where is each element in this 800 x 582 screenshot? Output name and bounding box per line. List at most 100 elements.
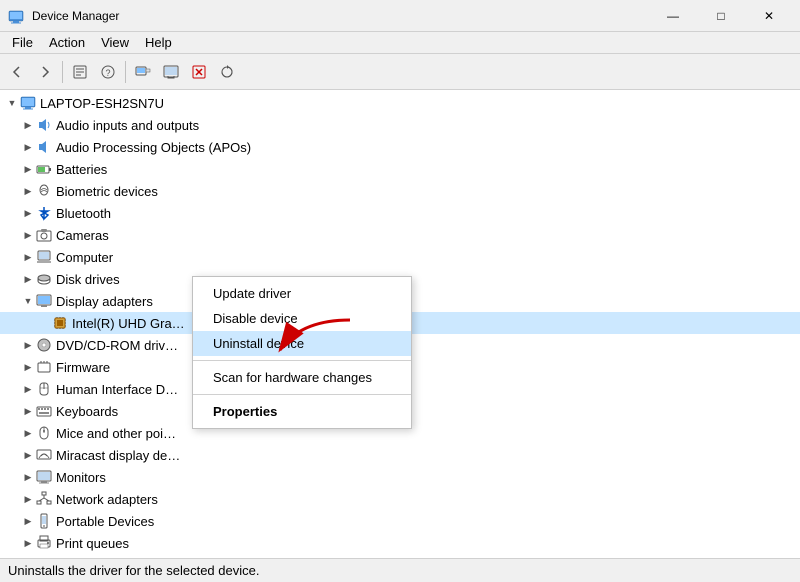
miracast-label: Miracast display de…: [56, 448, 180, 463]
expand-miracast[interactable]: ▶: [20, 447, 36, 463]
status-text: Uninstalls the driver for the selected d…: [8, 563, 259, 578]
title-bar-left: Device Manager: [8, 8, 119, 24]
list-item[interactable]: ▶ Cameras: [0, 224, 800, 246]
toolbar-refresh[interactable]: [214, 59, 240, 85]
batteries-label: Batteries: [56, 162, 107, 177]
expand-monitors[interactable]: ▶: [20, 469, 36, 485]
miracast-icon: [36, 447, 52, 463]
maximize-button[interactable]: □: [698, 0, 744, 32]
list-item[interactable]: ▶ Audio Processing Objects (APOs): [0, 136, 800, 158]
list-item[interactable]: ▶ Processors: [0, 554, 800, 558]
toolbar-properties[interactable]: [67, 59, 93, 85]
mice-label: Mice and other poi…: [56, 426, 176, 441]
firmware-label: Firmware: [56, 360, 110, 375]
ctx-disable-device[interactable]: Disable device: [193, 306, 411, 331]
biometric-icon: [36, 183, 52, 199]
main-content: ▼ LAPTOP-ESH2SN7U ▶ Audio inputs and out…: [0, 90, 800, 558]
menu-action[interactable]: Action: [41, 33, 93, 52]
ctx-properties[interactable]: Properties: [193, 399, 411, 424]
expand-root[interactable]: ▼: [4, 95, 20, 111]
expand-print[interactable]: ▶: [20, 535, 36, 551]
keyboards-label: Keyboards: [56, 404, 118, 419]
processor-label: Processors: [56, 558, 121, 559]
audio-label: Audio inputs and outputs: [56, 118, 199, 133]
expand-apo[interactable]: ▶: [20, 139, 36, 155]
menu-file[interactable]: File: [4, 33, 41, 52]
expand-audio[interactable]: ▶: [20, 117, 36, 133]
expand-disk[interactable]: ▶: [20, 271, 36, 287]
cameras-label: Cameras: [56, 228, 109, 243]
toolbar-uninstall[interactable]: [186, 59, 212, 85]
expand-hid[interactable]: ▶: [20, 381, 36, 397]
close-button[interactable]: ✕: [746, 0, 792, 32]
list-item[interactable]: ▶ Batteries: [0, 158, 800, 180]
svg-text:?: ?: [105, 68, 110, 78]
toolbar-update[interactable]: [158, 59, 184, 85]
list-item[interactable]: ▶ Biometric devices: [0, 180, 800, 202]
expand-dvd[interactable]: ▶: [20, 337, 36, 353]
dvd-label: DVD/CD-ROM driv…: [56, 338, 178, 353]
expand-network[interactable]: ▶: [20, 491, 36, 507]
dvd-icon: [36, 337, 52, 353]
monitors-label: Monitors: [56, 470, 106, 485]
title-bar: Device Manager — □ ✕: [0, 0, 800, 32]
toolbar-forward[interactable]: [32, 59, 58, 85]
toolbar-help[interactable]: ?: [95, 59, 121, 85]
disk-icon: [36, 271, 52, 287]
expand-display[interactable]: ▼: [20, 293, 36, 309]
expand-mice[interactable]: ▶: [20, 425, 36, 441]
apo-icon: [36, 139, 52, 155]
monitor-icon: [36, 469, 52, 485]
expand-bluetooth[interactable]: ▶: [20, 205, 36, 221]
list-item[interactable]: ▶ Portable Devices: [0, 510, 800, 532]
expand-keyboards[interactable]: ▶: [20, 403, 36, 419]
expand-portable[interactable]: ▶: [20, 513, 36, 529]
ctx-sep-2: [193, 394, 411, 395]
portable-label: Portable Devices: [56, 514, 154, 529]
camera-icon: [36, 227, 52, 243]
hid-icon: [36, 381, 52, 397]
menu-bar: File Action View Help: [0, 32, 800, 54]
bluetooth-icon: [36, 205, 52, 221]
toolbar-scan[interactable]: [130, 59, 156, 85]
firmware-icon: [36, 359, 52, 375]
device-tree[interactable]: ▼ LAPTOP-ESH2SN7U ▶ Audio inputs and out…: [0, 90, 800, 558]
chip-icon: [52, 315, 68, 331]
expand-processor[interactable]: ▶: [20, 557, 36, 558]
list-item[interactable]: ▶ Monitors: [0, 466, 800, 488]
toolbar-sep-1: [62, 61, 63, 83]
menu-help[interactable]: Help: [137, 33, 180, 52]
biometric-label: Biometric devices: [56, 184, 158, 199]
ctx-update-driver[interactable]: Update driver: [193, 281, 411, 306]
expand-firmware[interactable]: ▶: [20, 359, 36, 375]
toolbar-back[interactable]: [4, 59, 30, 85]
computer-label: Computer: [56, 250, 113, 265]
battery-icon: [36, 161, 52, 177]
expand-cameras[interactable]: ▶: [20, 227, 36, 243]
expand-biometric[interactable]: ▶: [20, 183, 36, 199]
ctx-uninstall-device[interactable]: Uninstall device: [193, 331, 411, 356]
window-title: Device Manager: [32, 9, 119, 23]
menu-view[interactable]: View: [93, 33, 137, 52]
list-item[interactable]: ▶ Bluetooth: [0, 202, 800, 224]
window-controls: — □ ✕: [650, 0, 792, 32]
list-item[interactable]: ▶ Computer: [0, 246, 800, 268]
tree-root[interactable]: ▼ LAPTOP-ESH2SN7U: [0, 92, 800, 114]
expand-intel: [36, 315, 52, 331]
keyboard-icon: [36, 403, 52, 419]
app-icon: [8, 8, 24, 24]
list-item[interactable]: ▶ Audio inputs and outputs: [0, 114, 800, 136]
minimize-button[interactable]: —: [650, 0, 696, 32]
list-item[interactable]: ▶ Network adapters: [0, 488, 800, 510]
list-item[interactable]: ▶ Print queues: [0, 532, 800, 554]
portable-icon: [36, 513, 52, 529]
computer-icon: [20, 95, 36, 111]
network-label: Network adapters: [56, 492, 158, 507]
expand-computer[interactable]: ▶: [20, 249, 36, 265]
apo-label: Audio Processing Objects (APOs): [56, 140, 251, 155]
expand-batteries[interactable]: ▶: [20, 161, 36, 177]
list-item[interactable]: ▶ Miracast display de…: [0, 444, 800, 466]
disk-label: Disk drives: [56, 272, 120, 287]
ctx-scan-hardware[interactable]: Scan for hardware changes: [193, 365, 411, 390]
status-bar: Uninstalls the driver for the selected d…: [0, 558, 800, 582]
